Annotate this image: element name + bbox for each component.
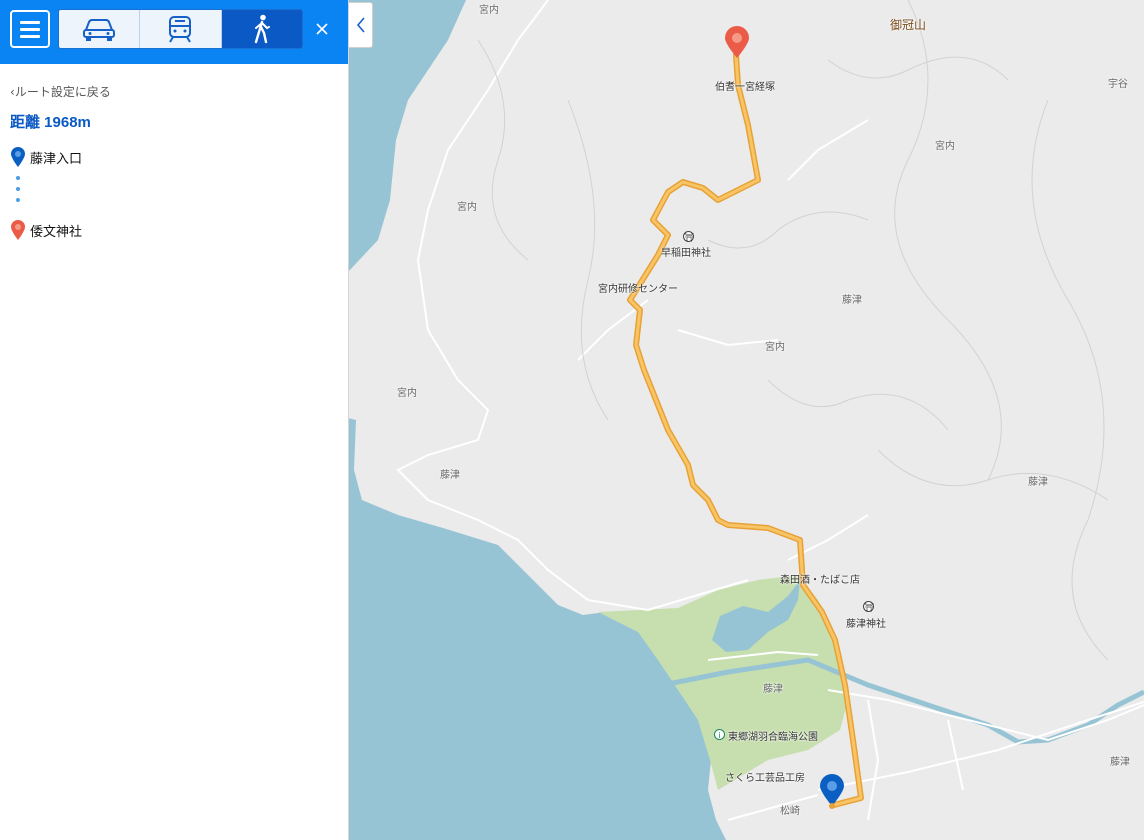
car-icon <box>83 19 116 41</box>
map-label: 宮内 <box>397 388 417 399</box>
mode-tab-train[interactable] <box>140 10 222 48</box>
travel-mode-selector <box>58 9 303 49</box>
collapse-panel-button[interactable] <box>349 2 373 48</box>
top-toolbar <box>0 0 348 64</box>
poi-label: 伯耆一宮経塚 <box>715 82 775 93</box>
poi-label: 宮内研修センター <box>598 284 678 295</box>
map-label: 藤津 <box>440 470 460 481</box>
destination-stop: 倭文神社 <box>10 219 82 241</box>
poi-label: さくら工芸品工房 <box>725 773 805 784</box>
shrine-icon: ⛩ <box>683 231 695 242</box>
map-label: 宇谷 <box>1108 79 1128 90</box>
route-dots <box>16 176 22 206</box>
route-panel: ‹ルート設定に戻る 距離 1968m 藤津入口 倭文神社 <box>0 0 349 840</box>
shrine-icon: ⛩ <box>863 601 875 612</box>
mode-tab-car[interactable] <box>59 10 141 48</box>
route-distance: 距離 1968m <box>10 114 91 131</box>
map-label: 藤津 <box>842 295 862 306</box>
origin-stop: 藤津入口 <box>10 146 82 168</box>
poi-label: 森田酒・たばこ店 <box>780 575 860 586</box>
map-label: 宮内 <box>765 342 785 353</box>
hamburger-icon[interactable] <box>10 10 50 48</box>
map-canvas <box>348 0 1144 840</box>
red-pin-icon <box>11 220 25 240</box>
mode-tab-walk[interactable] <box>221 10 302 48</box>
poi-label: 藤津神社 <box>846 619 886 630</box>
map-view[interactable]: 宮内 御冠山 伯耆一宮経塚 宇谷 宮内 宮内 ⛩ 早稲田神社 宮内研修センター … <box>348 0 1144 840</box>
info-icon: i <box>714 729 725 740</box>
walk-icon <box>254 14 270 44</box>
poi-label: 早稲田神社 <box>661 248 711 259</box>
map-label: 宮内 <box>479 5 499 16</box>
map-label: 宮内 <box>457 202 477 213</box>
map-label: 藤津 <box>1110 757 1130 768</box>
train-icon <box>169 16 192 43</box>
blue-pin-icon <box>11 147 25 167</box>
origin-label: 藤津入口 <box>30 151 83 167</box>
destination-label: 倭文神社 <box>30 224 83 240</box>
poi-label: 東郷湖羽合臨海公園 <box>728 732 818 743</box>
mountain-label: 御冠山 <box>890 18 927 32</box>
back-to-route-settings-link[interactable]: ‹ルート設定に戻る <box>10 83 111 100</box>
map-label: 藤津 <box>763 684 783 695</box>
map-label: 松崎 <box>780 806 800 817</box>
back-link-label: ルート設定に戻る <box>14 85 111 99</box>
map-label: 藤津 <box>1028 477 1048 488</box>
chevron-left-icon <box>356 17 365 33</box>
map-label: 宮内 <box>935 141 955 152</box>
close-icon[interactable] <box>310 16 334 42</box>
